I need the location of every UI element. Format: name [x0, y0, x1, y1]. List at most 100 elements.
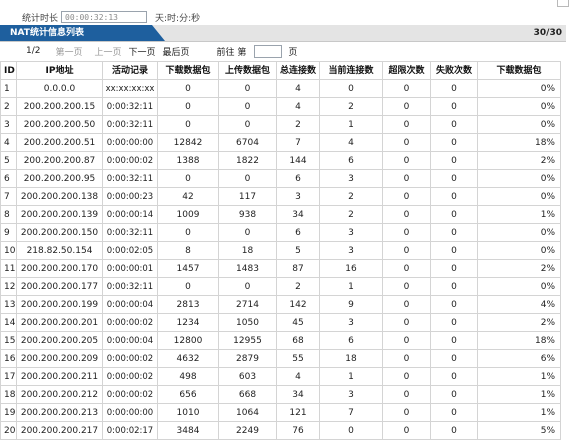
cell-download-packets: 4632 [157, 349, 219, 368]
cell-download-packets: 1234 [157, 313, 219, 332]
table-row[interactable]: 13 200.200.200.199 0:00:00:04 2813 2714 142 9 0… [0, 295, 561, 314]
table-row[interactable]: 7 200.200.200.138 0:00:00:23 42 117 3 2 0 0 0% [0, 187, 561, 206]
cell-upload-packets: 117 [218, 187, 277, 206]
goto-page-suffix: 页 [288, 47, 298, 58]
timer-input[interactable] [61, 11, 148, 23]
cell-ip: 200.200.200.170 [16, 259, 103, 278]
cell-id: 15 [0, 331, 17, 350]
cell-failures: 0 [430, 331, 478, 350]
cell-current-connections: 6 [319, 151, 383, 170]
cell-over-limit: 0 [382, 79, 431, 98]
cell-id: 14 [0, 313, 17, 332]
first-page-link[interactable]: 第一页 [55, 45, 82, 58]
goto-page-input[interactable] [254, 44, 283, 58]
cell-activity: 0:00:00:02 [102, 151, 158, 170]
cell-id: 7 [0, 187, 17, 206]
cell-over-limit: 0 [382, 133, 431, 152]
cell-activity: 0:00:32:11 [102, 97, 158, 116]
table-row[interactable]: 15 200.200.200.205 0:00:00:04 12800 12955 68 6… [0, 331, 561, 350]
cell-current-connections: 7 [319, 403, 383, 422]
table-row[interactable]: 14 200.200.200.201 0:00:00:02 1234 1050 45 3 0 0… [0, 313, 561, 332]
cell-download-packets: 42 [157, 187, 219, 206]
cell-id: 1 [0, 79, 17, 98]
cell-total-connections: 45 [276, 313, 320, 332]
pagination-bar: 1/2 第一页 上一页 下一页 最后页 前往 第 页 [0, 43, 566, 59]
cell-id: 20 [0, 421, 17, 440]
last-page-link[interactable]: 最后页 [163, 45, 190, 58]
table-row[interactable]: 19 200.200.200.213 0:00:00:00 1010 1064 121 7 0… [0, 403, 561, 422]
cell-over-limit: 0 [382, 115, 431, 134]
cell-id: 18 [0, 385, 17, 404]
table-row[interactable]: 5 200.200.200.87 0:00:00:02 1388 1822 144 6 0 0 2… [0, 151, 561, 170]
cell-activity: 0:00:00:02 [102, 367, 158, 386]
cell-id: 17 [0, 367, 17, 386]
cell-ip: 200.200.200.50 [16, 115, 103, 134]
table-row[interactable]: 16 200.200.200.209 0:00:00:02 4632 2879 55 18 0… [0, 349, 561, 368]
cell-upload-packets: 6704 [218, 133, 277, 152]
table-row[interactable]: 10 218.82.50.154 0:00:02:05 8 18 5 3 0 0 0% [0, 241, 561, 260]
table-row[interactable]: 4 200.200.200.51 0:00:00:00 12842 6704 7 4 0 0 18… [0, 133, 561, 152]
cell-current-connections: 2 [319, 97, 383, 116]
cell-failures: 0 [430, 133, 478, 152]
cell-activity: xx:xx:xx:xx [102, 79, 158, 98]
table-row[interactable]: 11 200.200.200.170 0:00:00:01 1457 1483 87 16 0… [0, 259, 561, 278]
next-page-link[interactable]: 下一页 [129, 45, 156, 58]
table-row[interactable]: 12 200.200.200.177 0:00:32:11 0 0 2 1 0 0 0% [0, 277, 561, 296]
table-row[interactable]: 8 200.200.200.139 0:00:00:14 1009 938 34 2 0 0 1% [0, 205, 561, 224]
cell-activity: 0:00:00:23 [102, 187, 158, 206]
cell-failures: 0 [430, 151, 478, 170]
cell-activity: 0:00:00:00 [102, 403, 158, 422]
cell-download-packets: 0 [157, 223, 219, 242]
cell-upload-packets: 2249 [218, 421, 277, 440]
cell-upload-packets: 0 [218, 115, 277, 134]
cell-download-share: 0% [477, 79, 561, 98]
cell-download-share: 4% [477, 295, 561, 314]
cell-ip: 200.200.200.205 [16, 331, 103, 350]
table-row[interactable]: 6 200.200.200.95 0:00:32:11 0 0 6 3 0 0 0% [0, 169, 561, 188]
cell-failures: 0 [430, 259, 478, 278]
table-row[interactable]: 18 200.200.200.212 0:00:00:02 656 668 34 3 0 0 1% [0, 385, 561, 404]
cell-upload-packets: 1822 [218, 151, 277, 170]
cell-current-connections: 6 [319, 331, 383, 350]
table-row[interactable]: 17 200.200.200.211 0:00:00:02 498 603 4 1 0 0 1% [0, 367, 561, 386]
cell-upload-packets: 1050 [218, 313, 277, 332]
nat-stats-table: ID IP地址 活动记录 下载数据包 上传数据包 总连接数 当前连接数 超限次数… [0, 61, 561, 440]
table-row[interactable]: 2 200.200.200.15 0:00:32:11 0 0 4 2 0 0 0% [0, 97, 561, 116]
table-row[interactable]: 3 200.200.200.50 0:00:32:11 0 0 2 1 0 0 0% [0, 115, 561, 134]
cell-download-share: 18% [477, 331, 561, 350]
cell-download-share: 0% [477, 115, 561, 134]
cell-total-connections: 87 [276, 259, 320, 278]
cell-download-share: 0% [477, 187, 561, 206]
cell-current-connections: 18 [319, 349, 383, 368]
cell-over-limit: 0 [382, 349, 431, 368]
cell-download-share: 0% [477, 241, 561, 260]
cell-failures: 0 [430, 79, 478, 98]
cell-ip: 200.200.200.211 [16, 367, 103, 386]
cell-download-packets: 1010 [157, 403, 219, 422]
cell-activity: 0:00:00:04 [102, 331, 158, 350]
cell-current-connections: 3 [319, 241, 383, 260]
cell-failures: 0 [430, 169, 478, 188]
page-indicator: 1/2 [26, 46, 41, 56]
cell-failures: 0 [430, 403, 478, 422]
table-row[interactable]: 1 0.0.0.0 xx:xx:xx:xx 0 0 4 0 0 0 0% [0, 79, 561, 98]
cell-download-share: 18% [477, 133, 561, 152]
table-row[interactable]: 20 200.200.200.217 0:00:02:17 3484 2249 76 0 0 0… [0, 421, 561, 440]
cell-upload-packets: 0 [218, 277, 277, 296]
cell-over-limit: 0 [382, 277, 431, 296]
cell-download-packets: 498 [157, 367, 219, 386]
table-row[interactable]: 9 200.200.200.150 0:00:32:11 0 0 6 3 0 0 0% [0, 223, 561, 242]
cell-total-connections: 7 [276, 133, 320, 152]
cell-upload-packets: 603 [218, 367, 277, 386]
cell-upload-packets: 0 [218, 169, 277, 188]
cell-total-connections: 2 [276, 115, 320, 134]
cell-over-limit: 0 [382, 331, 431, 350]
cell-ip: 200.200.200.177 [16, 277, 103, 296]
cell-current-connections: 1 [319, 115, 383, 134]
cell-id: 2 [0, 97, 17, 116]
table-header-row: ID IP地址 活动记录 下载数据包 上传数据包 总连接数 当前连接数 超限次数… [0, 61, 561, 80]
cell-upload-packets: 1064 [218, 403, 277, 422]
prev-page-link[interactable]: 上一页 [95, 45, 122, 58]
cell-ip: 200.200.200.209 [16, 349, 103, 368]
cell-total-connections: 68 [276, 331, 320, 350]
